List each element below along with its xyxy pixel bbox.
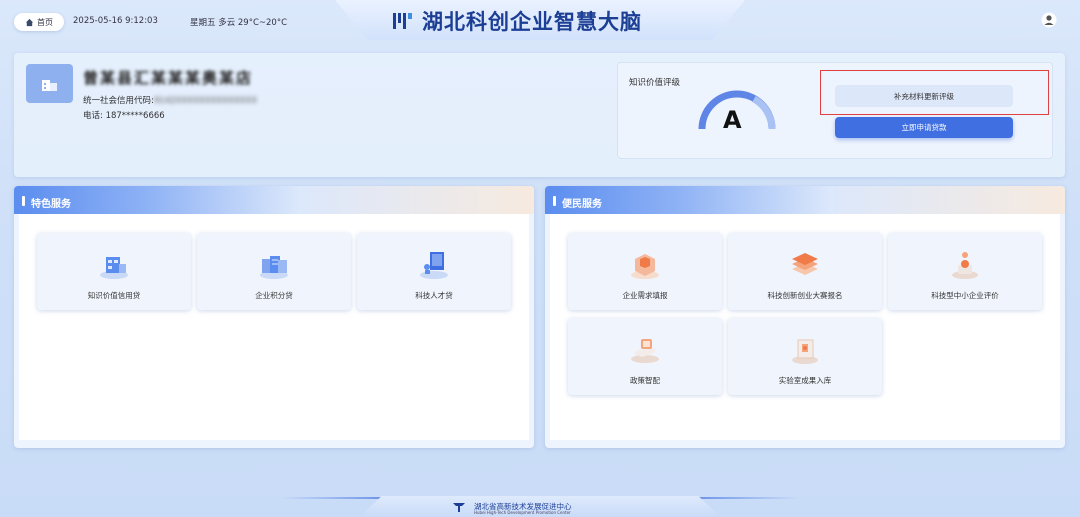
server-stack-icon [260, 256, 288, 279]
featured-services-title: 特色服务 [31, 199, 71, 210]
layers-stack-icon [792, 253, 818, 275]
footer-org-name-en: Hubei High-Tech Development Promotion Ce… [474, 510, 571, 515]
public-services-panel: 便民服务 企业需求填报 科技创新创业大赛报名 科技型中小企业评价 政策智配 实验… [545, 186, 1065, 448]
evaluation-grade: A [723, 106, 742, 134]
service-tile-demand-report[interactable]: 企业需求填报 [568, 233, 722, 310]
service-tile-talent-loan[interactable]: 科技人才贷 [357, 233, 511, 310]
public-services-title: 便民服务 [562, 199, 602, 210]
building-credit-icon [100, 257, 128, 279]
public-services-body: 企业需求填报 科技创新创业大赛报名 科技型中小企业评价 政策智配 实验室成果入库 [550, 214, 1060, 440]
service-tile-points-loan[interactable]: 企业积分贷 [197, 233, 351, 310]
service-tile-knowledge-credit[interactable]: 知识价值信用贷 [37, 233, 191, 310]
service-label: 企业积分贷 [255, 291, 293, 300]
current-datetime: 2025-05-16 9:12:03 [73, 16, 158, 26]
service-label: 实验室成果入库 [778, 376, 832, 385]
section-marker [553, 196, 556, 206]
service-label: 知识价值信用贷 [87, 291, 141, 300]
evaluation-tower-icon [952, 252, 978, 279]
credit-code-label: 统一社会信用代码: [83, 96, 154, 106]
monitor-tech-icon [420, 252, 448, 279]
apply-loan-button[interactable]: 立即申请贷款 [835, 117, 1013, 138]
org-logo-icon [453, 503, 465, 512]
service-label: 企业需求填报 [622, 291, 668, 300]
weather-info: 星期五 多云 29°C~20°C [190, 18, 288, 28]
policy-hand-icon [631, 339, 659, 363]
company-building-icon [41, 79, 57, 91]
section-marker [22, 196, 25, 206]
featured-services-body: 知识价值信用贷 企业积分贷 科技人才贷 [19, 214, 529, 440]
credit-code: 统一社会信用代码:9142XXXXXXXXXXXXXX [83, 94, 257, 106]
evaluation-label: 知识价值评级 [629, 78, 681, 88]
lab-results-icon [792, 339, 818, 364]
service-label: 科技型中小企业评价 [931, 291, 999, 300]
service-tile-innovation-contest[interactable]: 科技创新创业大赛报名 [728, 233, 882, 310]
title-wrap: 湖北科创企业智慧大脑 [392, 6, 642, 36]
service-tile-sme-evaluation[interactable]: 科技型中小企业评价 [888, 233, 1042, 310]
home-icon [25, 18, 34, 26]
brand-logo-icon [393, 13, 412, 29]
home-button[interactable]: 首页 [14, 13, 64, 31]
user-avatar-icon[interactable] [1041, 12, 1057, 28]
service-tile-lab-results[interactable]: 实验室成果入库 [728, 318, 882, 395]
company-info-panel: 曾某县汇某某某奥某店 统一社会信用代码:9142XXXXXXXXXXXXXX 电… [14, 53, 1065, 177]
home-label: 首页 [37, 17, 53, 27]
public-services-header: 便民服务 [545, 186, 1065, 214]
top-header: 首页 2025-05-16 9:12:03 星期五 多云 29°C~20°C 湖… [0, 0, 1080, 44]
service-label: 科技人才贷 [415, 291, 453, 300]
credit-code-value: 9142XXXXXXXXXXXXXX [153, 96, 258, 106]
featured-services-header: 特色服务 [14, 186, 534, 214]
evaluation-card: 知识价值评级 A 补充材料更新评级 立即申请贷款 [617, 62, 1053, 159]
featured-services-panel: 特色服务 知识价值信用贷 企业积分贷 科技人才贷 [14, 186, 534, 448]
cube-form-icon [631, 254, 659, 279]
company-logo [26, 64, 73, 103]
supplement-materials-button[interactable]: 补充材料更新评级 [835, 85, 1013, 107]
company-phone: 电话: 187*****6666 [83, 111, 165, 121]
company-name: 曾某县汇某某某奥某店 [83, 69, 254, 87]
service-label: 科技创新创业大赛报名 [767, 291, 843, 300]
service-label: 政策智配 [630, 376, 660, 385]
page-title: 湖北科创企业智慧大脑 [422, 10, 642, 34]
service-tile-policy-match[interactable]: 政策智配 [568, 318, 722, 395]
